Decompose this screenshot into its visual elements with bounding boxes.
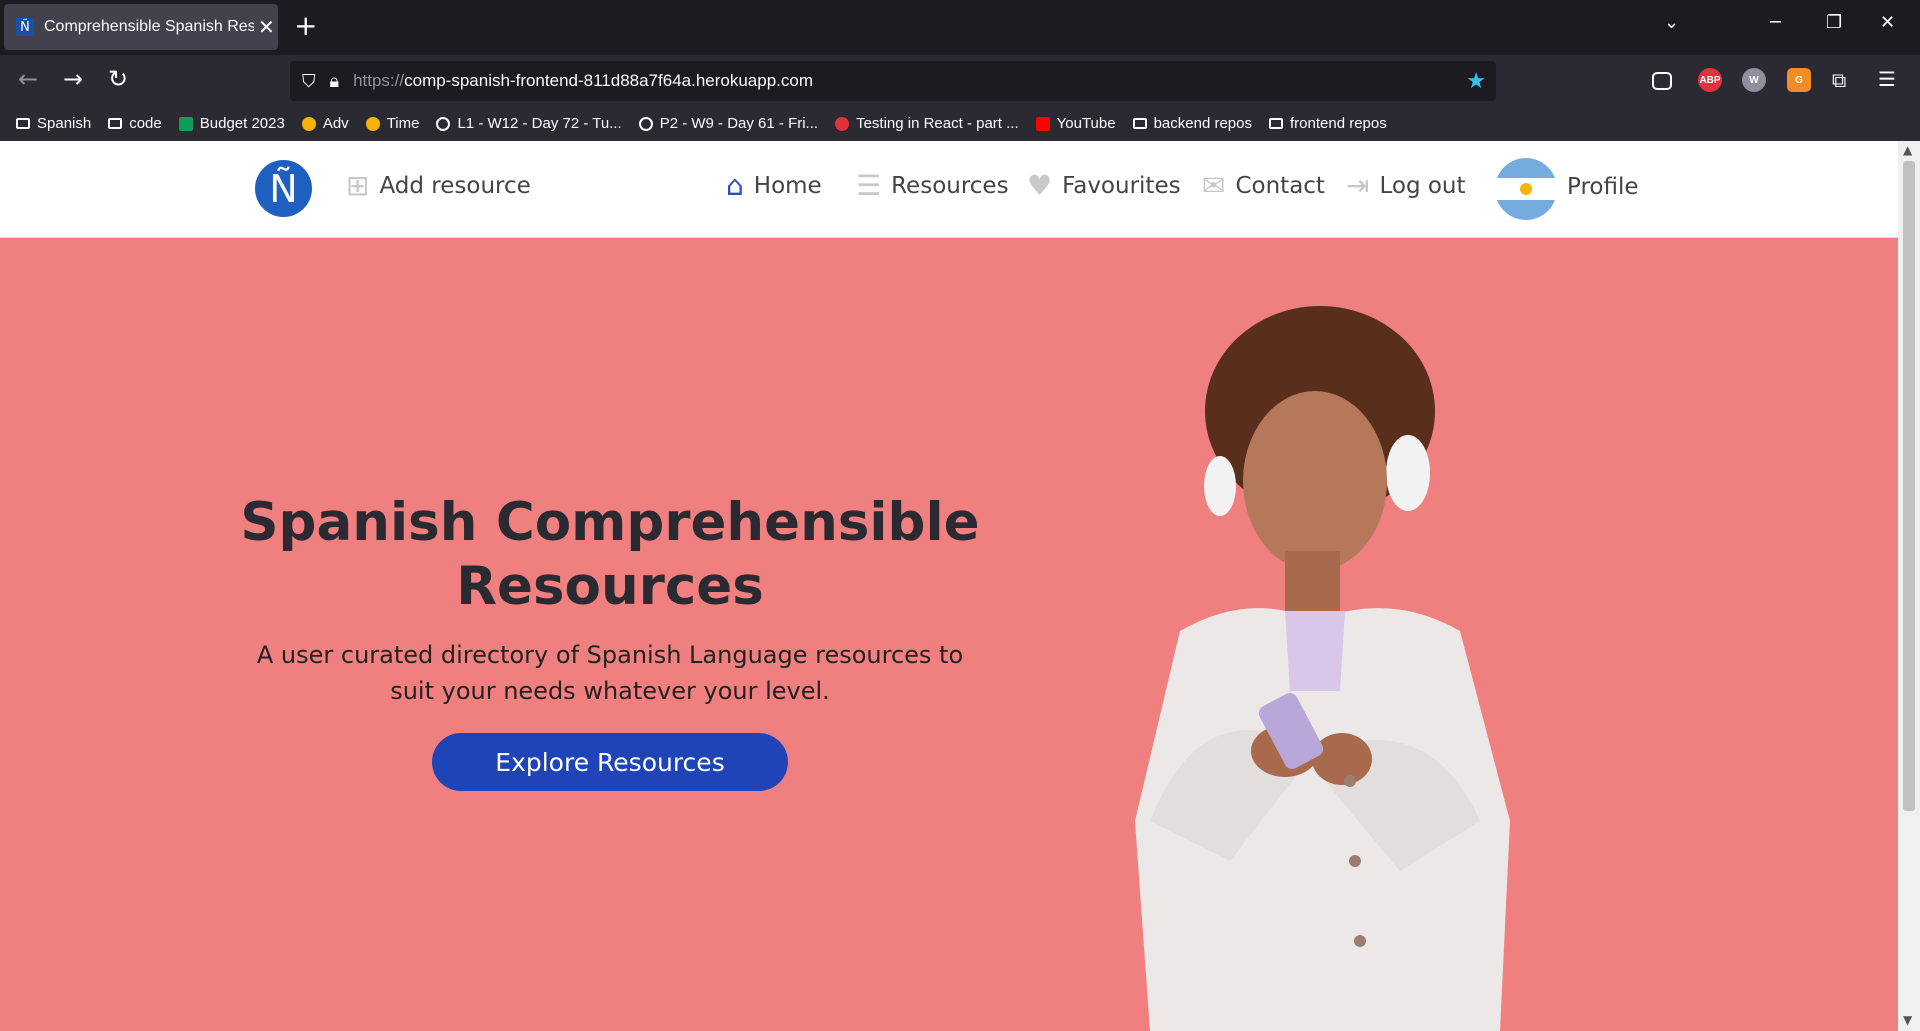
- bookmark-label: Spanish: [37, 115, 92, 132]
- bookmark-label: P2 - W9 - Day 61 - Fri...: [659, 115, 819, 132]
- bookmark-item[interactable]: P2 - W9 - Day 61 - Fri...: [637, 115, 818, 132]
- bookmark-item[interactable]: Testing in React - part ...: [833, 115, 1019, 132]
- minimize-button[interactable]: ─: [1770, 12, 1781, 33]
- hero-subtitle: A user curated directory of Spanish Lang…: [256, 641, 964, 705]
- folder-icon: [1267, 116, 1285, 132]
- globe-icon: [637, 116, 655, 132]
- bookmark-item[interactable]: Budget 2023: [177, 115, 285, 132]
- close-tab-icon[interactable]: ✕: [258, 15, 275, 39]
- bookmark-item[interactable]: frontend repos: [1267, 115, 1387, 132]
- hero-title: Spanish Comprehensible Resources: [240, 492, 980, 617]
- bookmark-item[interactable]: Adv: [300, 115, 349, 132]
- nav-home[interactable]: ⌂ Home: [726, 169, 822, 202]
- bookmark-label: frontend repos: [1290, 115, 1387, 132]
- bookmark-item[interactable]: YouTube: [1034, 115, 1116, 132]
- clock-icon: [364, 116, 382, 132]
- folder-icon: [1131, 116, 1149, 132]
- restore-button[interactable]: ❐: [1826, 12, 1842, 33]
- page-scrollbar[interactable]: ▲ ▼: [1898, 141, 1920, 1031]
- bookmark-item[interactable]: backend repos: [1131, 115, 1252, 132]
- profile-avatar[interactable]: [1495, 158, 1557, 220]
- explore-resources-button[interactable]: Explore Resources: [432, 733, 788, 791]
- favicon-icon: Ñ: [16, 18, 34, 36]
- home-icon: ⌂: [726, 169, 744, 202]
- bookmark-label: Budget 2023: [199, 115, 285, 132]
- site-header: Ñ ⊞ Add resource ⌂ Home ☰ Resources ♥ Fa…: [0, 141, 1898, 238]
- heart-icon: ♥: [1027, 169, 1053, 202]
- site-logo[interactable]: Ñ: [255, 160, 312, 217]
- bookmark-star-icon[interactable]: ★: [1466, 69, 1486, 94]
- list-icon: ☰: [856, 169, 882, 202]
- scrollbar-thumb[interactable]: [1903, 161, 1915, 811]
- back-button[interactable]: ←: [18, 65, 38, 93]
- pocket-icon[interactable]: [1652, 72, 1672, 90]
- bookmark-item[interactable]: code: [106, 115, 162, 132]
- new-tab-button[interactable]: +: [294, 10, 317, 42]
- close-window-button[interactable]: ✕: [1880, 12, 1895, 33]
- folder-icon: [106, 116, 124, 132]
- url-bar[interactable]: ⛉ 🔒︎ https://comp-spanish-frontend-811d8…: [290, 61, 1496, 101]
- web-page: Ñ ⊞ Add resource ⌂ Home ☰ Resources ♥ Fa…: [0, 141, 1898, 1031]
- extension-g-icon[interactable]: G: [1787, 68, 1811, 92]
- sign-out-icon: ⇥: [1346, 169, 1370, 202]
- nav-logout-label: Log out: [1379, 172, 1466, 199]
- url-text[interactable]: https://comp-spanish-frontend-811d88a7f6…: [353, 71, 813, 91]
- bookmark-label: Testing in React - part ...: [856, 115, 1019, 132]
- nav-add-resource[interactable]: ⊞ Add resource: [346, 169, 531, 202]
- sheets-icon: [177, 116, 195, 132]
- browser-tab[interactable]: Ñ Comprehensible Spanish Resou ✕: [4, 4, 278, 50]
- bookmark-label: Adv: [322, 115, 349, 132]
- extension-w-icon[interactable]: W: [1742, 68, 1766, 92]
- bookmark-label: YouTube: [1056, 115, 1116, 132]
- circle-icon: [833, 116, 851, 132]
- shield-icon[interactable]: ⛉: [302, 71, 316, 92]
- navigation-toolbar: ← → ↻ ⛉ 🔒︎ https://comp-spanish-frontend…: [0, 55, 1920, 106]
- nav-home-label: Home: [753, 172, 822, 199]
- bookmarks-toolbar: Spanish code Budget 2023 Adv Time L1 - W12 - …: [0, 106, 1920, 141]
- folder-icon: [14, 116, 32, 132]
- nav-resources-label: Resources: [891, 172, 1009, 199]
- tab-strip: Ñ Comprehensible Spanish Resou ✕ + ⌄ ─ ❐…: [0, 0, 1920, 55]
- nav-favourites[interactable]: ♥ Favourites: [1027, 169, 1181, 202]
- reload-button[interactable]: ↻: [108, 65, 128, 93]
- adblock-icon[interactable]: ABP: [1698, 68, 1722, 92]
- nav-add-resource-label: Add resource: [379, 172, 531, 199]
- tab-title: Comprehensible Spanish Resou: [44, 18, 254, 35]
- bookmark-label: Time: [386, 115, 420, 132]
- bookmark-item[interactable]: L1 - W12 - Day 72 - Tu...: [434, 115, 622, 132]
- nav-resources[interactable]: ☰ Resources: [856, 169, 1009, 202]
- envelope-icon: ✉: [1202, 169, 1226, 202]
- nav-profile-label[interactable]: Profile: [1567, 174, 1639, 200]
- nav-favourites-label: Favourites: [1062, 172, 1181, 199]
- nav-logout[interactable]: ⇥ Log out: [1346, 169, 1466, 202]
- site-icon: [434, 116, 452, 132]
- forward-button[interactable]: →: [63, 65, 83, 93]
- scroll-down-icon[interactable]: ▼: [1903, 1013, 1912, 1027]
- hero-woman-image: [1135, 306, 1510, 1031]
- tab-list-chevron-icon[interactable]: ⌄: [1664, 12, 1679, 33]
- plus-square-icon: ⊞: [346, 169, 370, 202]
- scroll-up-icon[interactable]: ▲: [1903, 143, 1912, 157]
- nav-contact[interactable]: ✉ Contact: [1202, 169, 1325, 202]
- bookmark-label: backend repos: [1153, 115, 1252, 132]
- bookmark-item[interactable]: Time: [364, 115, 420, 132]
- lock-icon[interactable]: 🔒︎: [330, 71, 340, 92]
- clock-icon: [300, 116, 318, 132]
- extensions-puzzle-icon[interactable]: ⧉: [1832, 68, 1846, 92]
- bookmark-label: L1 - W12 - Day 72 - Tu...: [457, 115, 622, 132]
- youtube-icon: [1034, 116, 1052, 132]
- bookmark-item[interactable]: Spanish: [14, 115, 91, 132]
- bookmark-label: code: [129, 115, 162, 132]
- nav-contact-label: Contact: [1235, 172, 1325, 199]
- menu-icon[interactable]: ☰: [1878, 67, 1896, 91]
- sun-icon: [1520, 183, 1532, 195]
